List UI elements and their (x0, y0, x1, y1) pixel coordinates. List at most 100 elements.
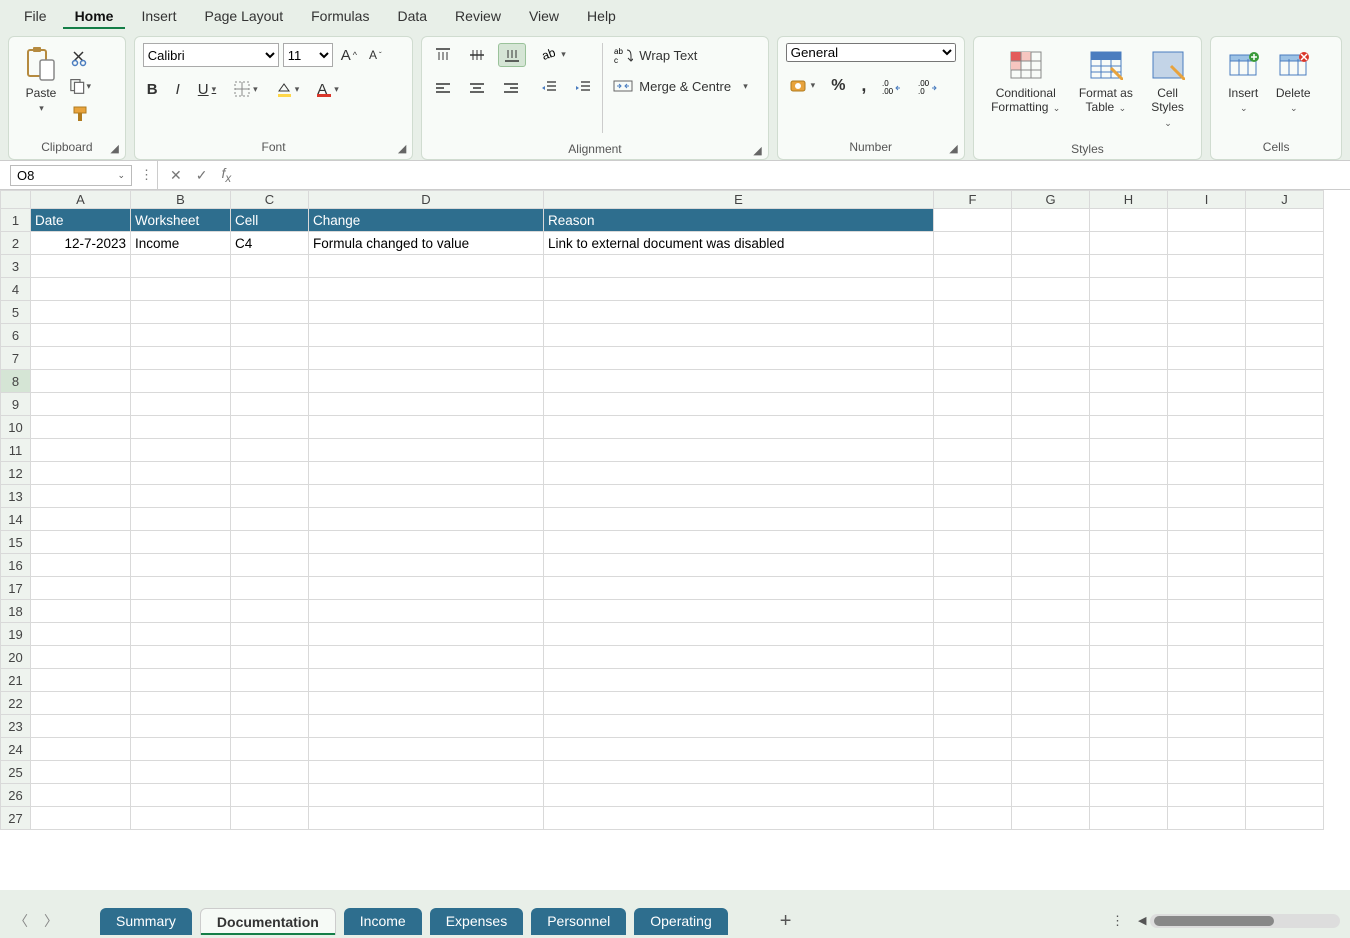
cell-A10[interactable] (31, 416, 131, 439)
cell-A17[interactable] (31, 577, 131, 600)
cell-J8[interactable] (1246, 370, 1324, 393)
row-header-27[interactable]: 27 (1, 807, 31, 830)
row-header-21[interactable]: 21 (1, 669, 31, 692)
cell-C14[interactable] (231, 508, 309, 531)
sheet-tab-summary[interactable]: Summary (100, 908, 192, 935)
cell-G21[interactable] (1012, 669, 1090, 692)
cell-J4[interactable] (1246, 278, 1324, 301)
cell-D11[interactable] (309, 439, 544, 462)
cell-A23[interactable] (31, 715, 131, 738)
cell-B7[interactable] (131, 347, 231, 370)
cell-J1[interactable] (1246, 209, 1324, 232)
cell-E9[interactable] (544, 393, 934, 416)
cell-A9[interactable] (31, 393, 131, 416)
cell-E17[interactable] (544, 577, 934, 600)
cell-F22[interactable] (934, 692, 1012, 715)
row-header-1[interactable]: 1 (1, 209, 31, 232)
cell-E2[interactable]: Link to external document was disabled (544, 232, 934, 255)
sheet-tab-expenses[interactable]: Expenses (430, 908, 523, 935)
cell-I12[interactable] (1168, 462, 1246, 485)
cell-E11[interactable] (544, 439, 934, 462)
cell-A4[interactable] (31, 278, 131, 301)
cell-J25[interactable] (1246, 761, 1324, 784)
cell-B19[interactable] (131, 623, 231, 646)
cell-E23[interactable] (544, 715, 934, 738)
row-header-14[interactable]: 14 (1, 508, 31, 531)
cell-G16[interactable] (1012, 554, 1090, 577)
row-header-22[interactable]: 22 (1, 692, 31, 715)
cell-H10[interactable] (1090, 416, 1168, 439)
cell-G7[interactable] (1012, 347, 1090, 370)
cell-D25[interactable] (309, 761, 544, 784)
cell-F8[interactable] (934, 370, 1012, 393)
cell-F18[interactable] (934, 600, 1012, 623)
cell-J22[interactable] (1246, 692, 1324, 715)
cell-D27[interactable] (309, 807, 544, 830)
column-header-F[interactable]: F (934, 191, 1012, 209)
cell-B8[interactable] (131, 370, 231, 393)
bold-button[interactable]: B (143, 78, 162, 101)
cell-J20[interactable] (1246, 646, 1324, 669)
cell-C23[interactable] (231, 715, 309, 738)
cell-C1[interactable]: Cell (231, 209, 309, 232)
cell-C6[interactable] (231, 324, 309, 347)
cell-G23[interactable] (1012, 715, 1090, 738)
cell-J3[interactable] (1246, 255, 1324, 278)
increase-font-button[interactable]: A^ (337, 44, 361, 67)
cell-F26[interactable] (934, 784, 1012, 807)
cell-A24[interactable] (31, 738, 131, 761)
cell-C24[interactable] (231, 738, 309, 761)
cell-C13[interactable] (231, 485, 309, 508)
cell-E7[interactable] (544, 347, 934, 370)
underline-button[interactable]: U▾ (194, 78, 220, 101)
cell-D12[interactable] (309, 462, 544, 485)
cell-A11[interactable] (31, 439, 131, 462)
row-header-10[interactable]: 10 (1, 416, 31, 439)
delete-cells-button[interactable]: Delete ⌄ (1269, 43, 1317, 118)
cell-A6[interactable] (31, 324, 131, 347)
cell-I18[interactable] (1168, 600, 1246, 623)
orientation-button[interactable]: ab▾ (536, 43, 570, 65)
cell-J2[interactable] (1246, 232, 1324, 255)
cell-B16[interactable] (131, 554, 231, 577)
cell-I3[interactable] (1168, 255, 1246, 278)
row-header-18[interactable]: 18 (1, 600, 31, 623)
cell-B6[interactable] (131, 324, 231, 347)
cell-H17[interactable] (1090, 577, 1168, 600)
insert-cells-button[interactable]: Insert ⌄ (1219, 43, 1267, 118)
select-all-corner[interactable] (1, 191, 31, 209)
align-right-button[interactable] (498, 79, 524, 99)
cell-D24[interactable] (309, 738, 544, 761)
cell-E20[interactable] (544, 646, 934, 669)
align-bottom-button[interactable] (498, 43, 526, 67)
cell-H21[interactable] (1090, 669, 1168, 692)
cell-A1[interactable]: Date (31, 209, 131, 232)
cell-I11[interactable] (1168, 439, 1246, 462)
cell-E24[interactable] (544, 738, 934, 761)
number-format-select[interactable]: General (786, 43, 956, 62)
sheet-tab-personnel[interactable]: Personnel (531, 908, 626, 935)
wrap-text-button[interactable]: abcWrap Text (609, 43, 752, 67)
cell-A7[interactable] (31, 347, 131, 370)
cell-G6[interactable] (1012, 324, 1090, 347)
cell-F17[interactable] (934, 577, 1012, 600)
font-color-button[interactable]: A▾ (313, 77, 343, 101)
comma-button[interactable]: , (857, 72, 870, 99)
align-left-button[interactable] (430, 79, 456, 99)
column-header-G[interactable]: G (1012, 191, 1090, 209)
cell-E1[interactable]: Reason (544, 209, 934, 232)
cell-E25[interactable] (544, 761, 934, 784)
cell-A8[interactable] (31, 370, 131, 393)
cell-J26[interactable] (1246, 784, 1324, 807)
cell-F10[interactable] (934, 416, 1012, 439)
cell-E14[interactable] (544, 508, 934, 531)
cell-J11[interactable] (1246, 439, 1324, 462)
cell-J17[interactable] (1246, 577, 1324, 600)
cell-J6[interactable] (1246, 324, 1324, 347)
cell-D3[interactable] (309, 255, 544, 278)
cell-D10[interactable] (309, 416, 544, 439)
fx-button[interactable]: fx (217, 165, 235, 185)
cell-I9[interactable] (1168, 393, 1246, 416)
cell-I24[interactable] (1168, 738, 1246, 761)
name-box-menu[interactable]: ⋮ (136, 167, 157, 183)
